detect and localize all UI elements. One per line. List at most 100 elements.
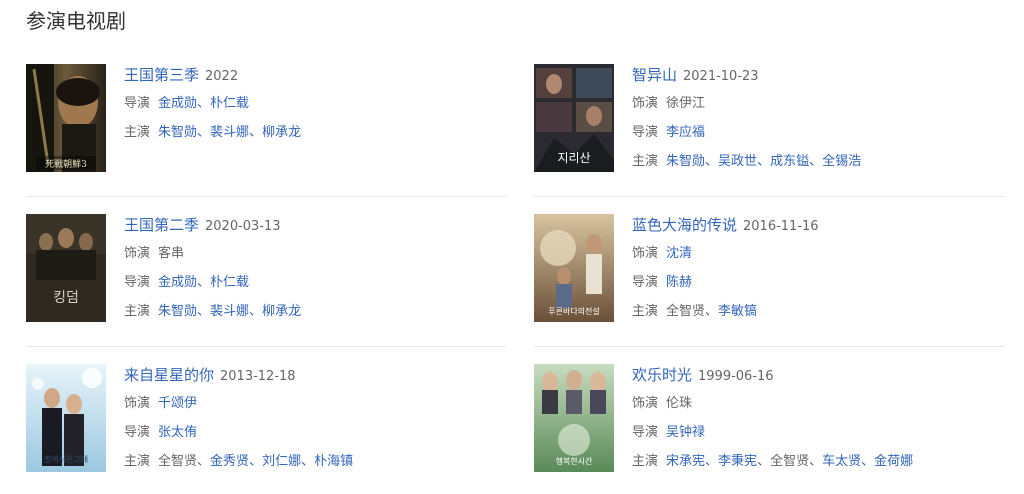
person-link[interactable]: 千颂伊 <box>158 396 197 411</box>
drama-card: 별에서온그대 来自星星的你 2013-12-18 饰演 千颂伊 导演 张太侑 主演 全智贤、… <box>26 364 506 472</box>
credit-row: 导演 金成勋、朴仁载 <box>124 273 494 293</box>
role-label: 主演 <box>124 454 151 469</box>
name-separator: 、 <box>757 454 771 469</box>
person-link[interactable]: 成东镒 <box>770 154 809 169</box>
row-divider <box>534 196 1004 197</box>
person-link[interactable]: 吴钟禄 <box>666 425 705 440</box>
poster-image[interactable]: 지리산 <box>534 64 614 172</box>
poster-kingdom3-art: 死戰朝鮮3 <box>26 64 106 172</box>
name-separator: 、 <box>197 304 211 319</box>
drama-title-link[interactable]: 王国第二季 <box>124 216 199 234</box>
tv-dramas-page: 参演电视剧 死戰朝鮮3 王国第三季 2022 导演 金成勋、朴仁载 主演 朱智勋… <box>0 0 1024 494</box>
role-label: 主演 <box>632 154 659 169</box>
drama-title-link[interactable]: 王国第三季 <box>124 66 199 84</box>
person-link[interactable]: 刘仁娜 <box>262 454 301 469</box>
person-name: 徐伊江 <box>666 96 706 111</box>
drama-card: 지리산 智异山 2021-10-23 饰演 徐伊江 导演 李应福 主演 朱智勋、吴政世、成东… <box>534 64 1014 172</box>
credit-row: 饰演 沈清 <box>632 244 1002 264</box>
credit-row: 导演 金成勋、朴仁载 <box>124 94 494 114</box>
role-label: 导演 <box>632 425 659 440</box>
person-name: 全智贤 <box>770 454 810 469</box>
role-label: 饰演 <box>632 246 659 261</box>
poster-kingdom2-art: 킹덤 <box>26 214 106 322</box>
release-date: 2021-10-23 <box>683 69 759 84</box>
release-date: 2016-11-16 <box>743 219 819 234</box>
person-link[interactable]: 金荷娜 <box>874 454 913 469</box>
person-link[interactable]: 朱智勋 <box>666 154 705 169</box>
credit-row: 饰演 客串 <box>124 244 494 264</box>
drama-title-link[interactable]: 蓝色大海的传说 <box>632 216 737 234</box>
person-link[interactable]: 金成勋 <box>158 275 197 290</box>
name-separator: 、 <box>249 125 263 140</box>
person-link[interactable]: 裴斗娜 <box>210 304 249 319</box>
role-label: 导演 <box>124 425 151 440</box>
person-name: 伦珠 <box>666 396 693 411</box>
role-label: 饰演 <box>632 96 659 111</box>
role-label: 导演 <box>632 125 659 140</box>
drama-title-link[interactable]: 智异山 <box>632 66 677 84</box>
name-separator: 、 <box>757 154 771 169</box>
person-link[interactable]: 朴海镇 <box>314 454 353 469</box>
poster-image[interactable]: 킹덤 <box>26 214 106 322</box>
person-link[interactable]: 陈赫 <box>666 275 692 290</box>
credit-row: 主演 宋承宪、李秉宪、全智贤、车太贤、金荷娜 <box>632 452 1002 472</box>
name-separator: 、 <box>809 154 823 169</box>
person-link[interactable]: 柳承龙 <box>262 304 301 319</box>
person-link[interactable]: 车太贤 <box>822 454 861 469</box>
name-separator: 、 <box>197 96 211 111</box>
person-link[interactable]: 朴仁载 <box>210 96 249 111</box>
person-name: 全智贤 <box>158 454 198 469</box>
person-link[interactable]: 沈清 <box>666 246 692 261</box>
credit-row: 导演 吴钟禄 <box>632 423 1002 443</box>
person-link[interactable]: 朱智勋 <box>158 125 197 140</box>
person-name: 客串 <box>158 246 185 261</box>
person-link[interactable]: 裴斗娜 <box>210 125 249 140</box>
person-link[interactable]: 金成勋 <box>158 96 197 111</box>
credit-row: 主演 朱智勋、吴政世、成东镒、全锡浩 <box>632 152 1002 172</box>
person-link[interactable]: 朴仁载 <box>210 275 249 290</box>
role-label: 饰演 <box>124 246 151 261</box>
drama-card: 死戰朝鮮3 王国第三季 2022 导演 金成勋、朴仁载 主演 朱智勋、裴斗娜、柳承龙 <box>26 64 506 172</box>
person-link[interactable]: 吴政世 <box>718 154 757 169</box>
release-date: 2022 <box>205 69 239 84</box>
row-divider <box>26 196 506 197</box>
name-separator: 、 <box>705 154 719 169</box>
person-link[interactable]: 柳承龙 <box>262 125 301 140</box>
credit-row: 导演 陈赫 <box>632 273 1002 293</box>
credit-row: 主演 全智贤、李敏镐 <box>632 302 1002 322</box>
person-link[interactable]: 宋承宪 <box>666 454 705 469</box>
name-separator: 、 <box>861 454 875 469</box>
credit-row: 主演 朱智勋、裴斗娜、柳承龙 <box>124 302 494 322</box>
poster-blue-sea-art: 푸른바다의전설 <box>534 214 614 322</box>
poster-image[interactable]: 死戰朝鮮3 <box>26 64 106 172</box>
release-date: 2020-03-13 <box>205 219 281 234</box>
drama-title-link[interactable]: 来自星星的你 <box>124 366 214 384</box>
credit-row: 导演 张太侑 <box>124 423 494 443</box>
poster-image[interactable]: 푸른바다의전설 <box>534 214 614 322</box>
person-link[interactable]: 李应福 <box>666 125 705 140</box>
drama-title-link[interactable]: 欢乐时光 <box>632 366 692 384</box>
drama-card: 푸른바다의전설 蓝色大海的传说 2016-11-16 饰演 沈清导演 陈赫主演 全智贤、… <box>534 214 1014 322</box>
role-label: 饰演 <box>124 396 151 411</box>
person-link[interactable]: 李敏镐 <box>718 304 757 319</box>
person-link[interactable]: 朱智勋 <box>158 304 197 319</box>
person-name: 全智贤 <box>666 304 706 319</box>
credit-row: 主演 朱智勋、裴斗娜、柳承龙 <box>124 123 494 143</box>
name-separator: 、 <box>301 454 315 469</box>
row-divider <box>534 346 1004 347</box>
person-link[interactable]: 李秉宪 <box>718 454 757 469</box>
release-date: 2013-12-18 <box>220 369 296 384</box>
role-label: 导演 <box>124 275 151 290</box>
poster-image[interactable]: 별에서온그대 <box>26 364 106 472</box>
role-label: 导演 <box>124 96 151 111</box>
name-separator: 、 <box>249 454 263 469</box>
poster-caption: 지리산 <box>557 151 590 165</box>
poster-image[interactable]: 행복한시간 <box>534 364 614 472</box>
role-label: 主演 <box>124 125 151 140</box>
name-separator: 、 <box>249 304 263 319</box>
person-link[interactable]: 全锡浩 <box>822 154 861 169</box>
name-separator: 、 <box>705 304 719 319</box>
person-link[interactable]: 金秀贤 <box>210 454 249 469</box>
name-separator: 、 <box>197 454 211 469</box>
person-link[interactable]: 张太侑 <box>158 425 197 440</box>
